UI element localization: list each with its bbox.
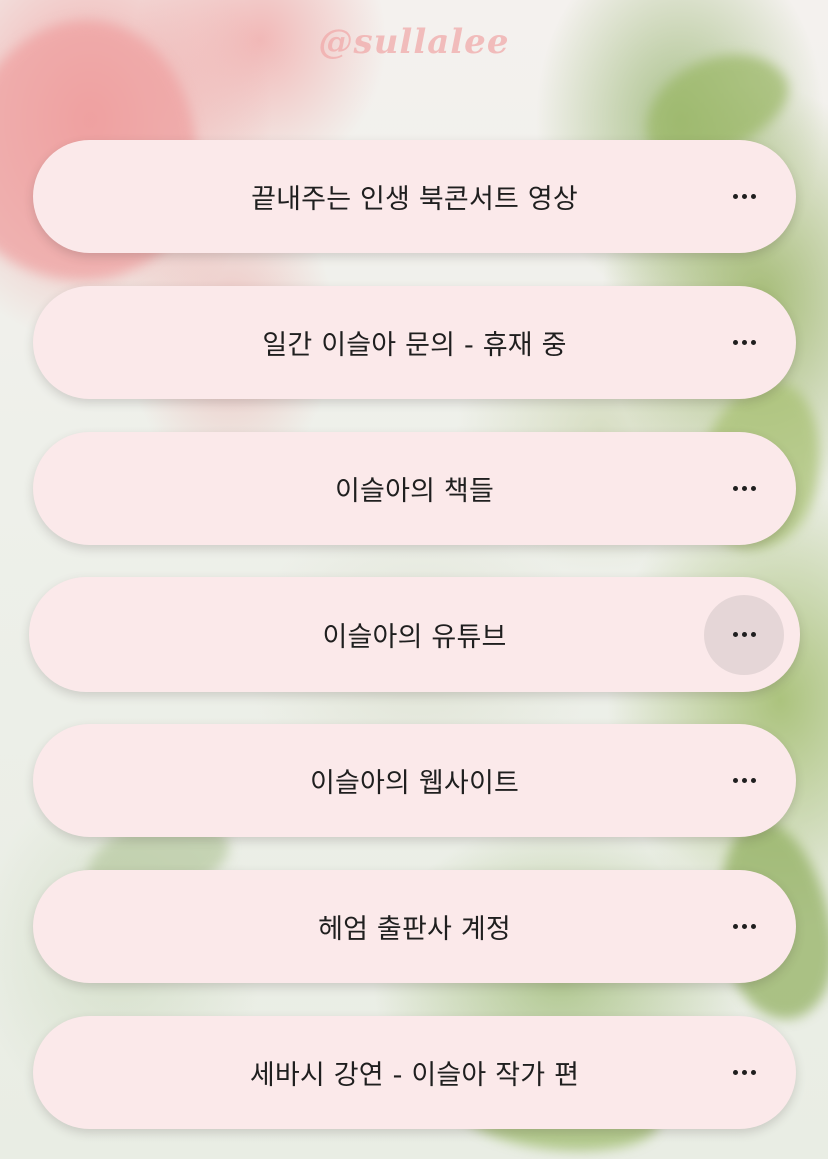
link-label: 세바시 강연 - 이슬아 작가 편 — [249, 1060, 580, 1091]
link-label: 헤엄 출판사 계정 — [318, 914, 511, 945]
link-label: 이슬아의 웹사이트 — [309, 768, 520, 799]
link-button-books[interactable]: 이슬아의 책들 — [33, 432, 796, 545]
link-button-daily-inquiry[interactable]: 일간 이슬아 문의 - 휴재 중 — [33, 286, 796, 399]
profile-watermark: @sullalee — [318, 22, 510, 62]
more-horizontal-icon[interactable] — [720, 903, 768, 951]
link-label: 이슬아의 책들 — [334, 476, 495, 507]
link-label: 이슬아의 유튜브 — [322, 622, 507, 653]
link-button-publisher[interactable]: 헤엄 출판사 계정 — [33, 870, 796, 983]
link-button-website[interactable]: 이슬아의 웹사이트 — [33, 724, 796, 837]
link-label: 일간 이슬아 문의 - 휴재 중 — [262, 330, 567, 361]
link-label: 끝내주는 인생 북콘서트 영상 — [251, 184, 578, 215]
more-horizontal-icon[interactable] — [704, 594, 784, 675]
more-horizontal-icon[interactable] — [720, 465, 768, 513]
more-horizontal-icon[interactable] — [720, 1049, 768, 1097]
link-button-sebasi-talk[interactable]: 세바시 강연 - 이슬아 작가 편 — [33, 1016, 796, 1129]
more-horizontal-icon[interactable] — [720, 319, 768, 367]
more-horizontal-icon[interactable] — [720, 173, 768, 221]
more-horizontal-icon[interactable] — [720, 757, 768, 805]
link-button-youtube[interactable]: 이슬아의 유튜브 — [29, 577, 800, 692]
link-button-book-concert[interactable]: 끝내주는 인생 북콘서트 영상 — [33, 140, 796, 253]
